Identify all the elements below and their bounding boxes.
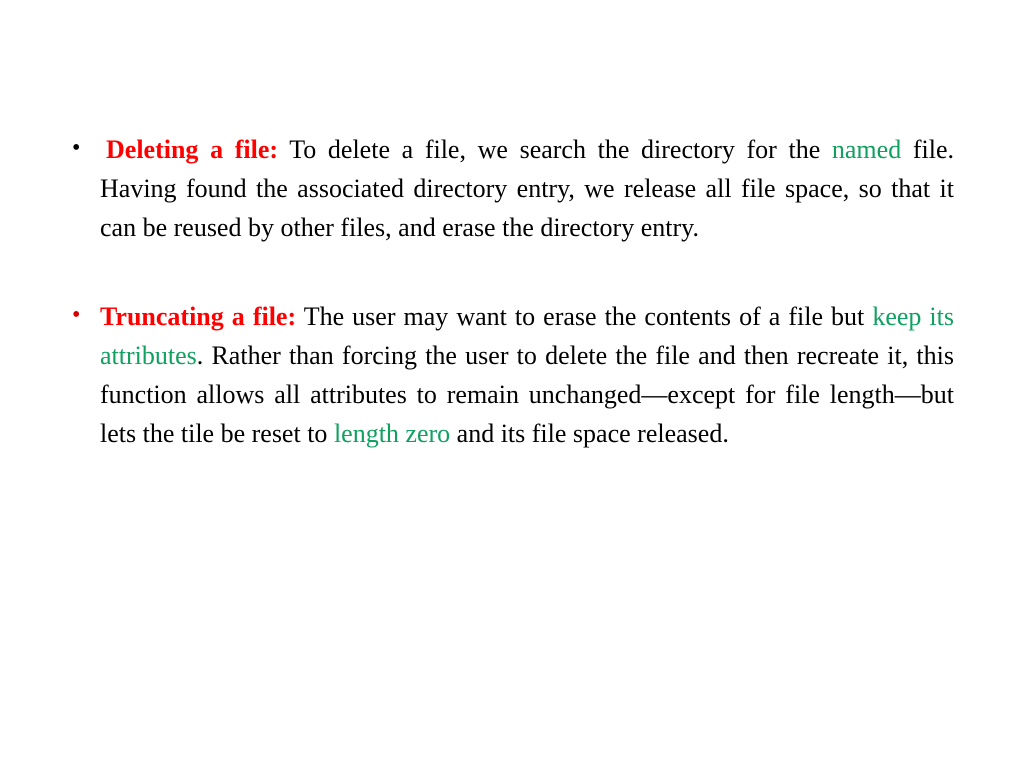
list-item: Deleting a file: To delete a file, we se… [70, 130, 954, 247]
item-text: The user may want to erase the contents … [296, 302, 872, 331]
highlight-text: length zero [334, 419, 450, 448]
list-item: Truncating a file: The user may want to … [70, 297, 954, 453]
item-heading: Deleting a file: [106, 135, 278, 164]
item-text: and its file space released. [450, 419, 729, 448]
item-heading: Truncating a file: [100, 302, 296, 331]
bullet-list: Deleting a file: To delete a file, we se… [70, 130, 954, 453]
highlight-text: named [832, 135, 901, 164]
item-text: To delete a file, we search the director… [278, 135, 832, 164]
